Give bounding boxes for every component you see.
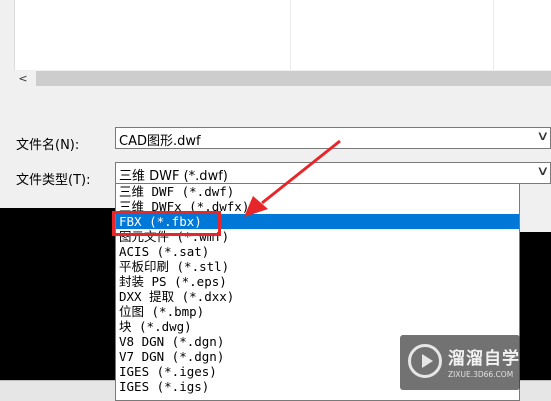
filetype-option[interactable]: DXX 提取 (*.dxx) bbox=[116, 289, 519, 304]
cad-drawing-area-right bbox=[520, 232, 551, 380]
chevron-down-icon[interactable]: ∨ bbox=[537, 129, 550, 144]
filename-label: 文件名(N): bbox=[16, 138, 80, 153]
file-list-pane bbox=[14, 0, 551, 70]
horizontal-scrollbar[interactable]: < bbox=[14, 70, 551, 87]
annotation-highlight-box bbox=[112, 211, 221, 236]
play-icon bbox=[408, 344, 442, 378]
watermark-url: ZIXUE.3D66.COM bbox=[448, 370, 514, 379]
filetype-value[interactable]: 三维 DWF (*.dwf) bbox=[119, 165, 228, 184]
column-divider bbox=[290, 0, 291, 70]
scroll-left-icon[interactable]: < bbox=[14, 70, 32, 87]
filetype-option[interactable]: 平板印刷 (*.stl) bbox=[116, 259, 519, 274]
column-divider bbox=[493, 0, 494, 70]
filetype-option[interactable]: ACIS (*.sat) bbox=[116, 244, 519, 259]
filetype-option[interactable]: 三维 DWF (*.dwf) bbox=[116, 184, 519, 199]
cad-drawing-area bbox=[0, 208, 116, 380]
filetype-option[interactable]: 封装 PS (*.eps) bbox=[116, 274, 519, 289]
filetype-option[interactable]: 位图 (*.bmp) bbox=[116, 304, 519, 319]
filetype-select[interactable]: 三维 DWF (*.dwf) ∨ bbox=[115, 162, 551, 184]
scrollbar-thumb[interactable] bbox=[36, 71, 551, 86]
filetype-label: 文件类型(T): bbox=[16, 173, 91, 188]
watermark-logo: 溜溜自学 ZIXUE.3D66.COM bbox=[400, 335, 520, 390]
filename-field[interactable]: CAD图形.dwf ∨ bbox=[115, 127, 551, 149]
watermark-name: 溜溜自学 bbox=[448, 349, 520, 369]
chevron-down-icon[interactable]: ∨ bbox=[537, 164, 550, 179]
filetype-option[interactable]: 块 (*.dwg) bbox=[116, 319, 519, 334]
filename-value[interactable]: CAD图形.dwf bbox=[119, 130, 201, 149]
